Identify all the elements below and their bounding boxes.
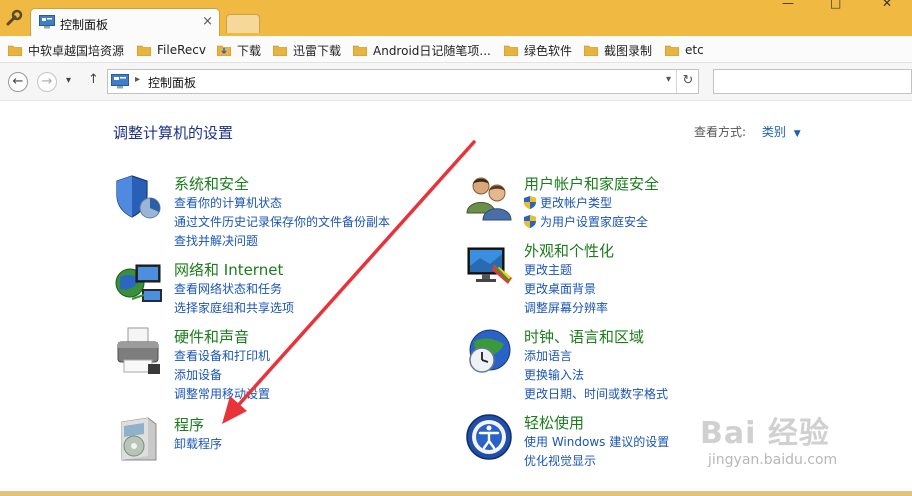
- minimize-button[interactable]: —: [782, 0, 794, 10]
- address-bar[interactable]: ▸ 控制面板 ▾ ↻: [107, 69, 699, 94]
- bookmark-item[interactable]: 截图录制: [584, 41, 652, 59]
- clock-globe-icon[interactable]: [464, 326, 514, 376]
- close-window-button[interactable]: ✕: [882, 0, 892, 10]
- folder-icon: [665, 45, 679, 56]
- folder-icon: [273, 45, 287, 56]
- uac-shield-icon: [524, 196, 536, 209]
- breadcrumb-separator-icon[interactable]: ▸: [135, 74, 140, 85]
- folder-icon: [137, 45, 151, 56]
- monitor-palette-icon[interactable]: [464, 240, 514, 290]
- bookmark-item[interactable]: 中软卓越国培资源: [8, 41, 124, 59]
- category-link[interactable]: 选择家庭组和共享选项: [174, 300, 294, 319]
- tab-label: 控制面板: [60, 18, 109, 32]
- up-button[interactable]: ↑: [88, 72, 99, 87]
- bookmark-label: Android日记随笔项...: [373, 43, 491, 58]
- category-link[interactable]: 卸载程序: [174, 436, 222, 455]
- category-title[interactable]: 系统和安全: [174, 173, 249, 194]
- window-controls: — □ ✕: [772, 0, 912, 10]
- recent-pages-dropdown-icon[interactable]: ▾: [66, 75, 71, 86]
- breadcrumb[interactable]: 控制面板: [148, 74, 196, 91]
- view-by-value[interactable]: 类别: [762, 125, 786, 139]
- category-link[interactable]: 更改日期、时间或数字格式: [524, 386, 668, 405]
- control-panel-icon: [111, 74, 129, 89]
- category-title[interactable]: 网络和 Internet: [174, 259, 283, 280]
- category-link-label: 为用户设置家庭安全: [540, 215, 649, 229]
- folder-icon: [353, 45, 367, 56]
- folder-icon: [504, 45, 518, 56]
- folder-icon: [584, 45, 598, 56]
- folder-icon: [8, 45, 22, 56]
- download-folder-icon: [217, 45, 231, 56]
- view-by-label: 查看方式:: [694, 125, 747, 139]
- view-by-dropdown-icon[interactable]: ▼: [794, 129, 801, 139]
- category-link[interactable]: 查找并解决问题: [174, 233, 390, 252]
- uac-shield-icon: [524, 215, 536, 228]
- bookmark-label: 中软卓越国培资源: [28, 43, 125, 58]
- bookmark-label: 迅雷下载: [293, 43, 342, 58]
- watermark-url: jingyan.baidu.com: [708, 452, 838, 468]
- category-title[interactable]: 时钟、语言和区域: [524, 326, 644, 347]
- bookmark-label: 绿色软件: [524, 43, 573, 58]
- programs-box-icon[interactable]: [114, 414, 164, 464]
- bookmark-item[interactable]: FileRecv: [137, 41, 206, 59]
- address-dropdown-icon[interactable]: ▾: [666, 74, 671, 85]
- category-link[interactable]: 通过文件历史记录保存你的文件备份副本: [174, 214, 390, 233]
- category-title[interactable]: 外观和个性化: [524, 240, 614, 261]
- refresh-button[interactable]: ↻: [676, 70, 699, 93]
- new-tab-button[interactable]: [226, 14, 260, 33]
- ease-of-access-icon[interactable]: [464, 412, 514, 462]
- bookmark-label: FileRecv: [157, 43, 206, 57]
- forward-button[interactable]: →: [37, 72, 57, 92]
- category-link[interactable]: 为用户设置家庭安全: [524, 214, 648, 233]
- category-link[interactable]: 优化视觉显示: [524, 453, 669, 472]
- search-input[interactable]: [713, 69, 912, 94]
- network-globe-icon[interactable]: [114, 259, 164, 309]
- navigation-row: ← → ▾ ↑ ▸ 控制面板 ▾ ↻: [0, 63, 912, 101]
- tab-control-panel[interactable]: 控制面板 ×: [30, 8, 220, 36]
- window-bottom-border: [0, 491, 912, 496]
- control-panel-icon: [39, 15, 55, 29]
- users-icon[interactable]: [464, 173, 514, 223]
- bookmark-item[interactable]: 下载: [217, 41, 261, 59]
- category-link[interactable]: 添加设备: [174, 367, 270, 386]
- category-title[interactable]: 程序: [174, 414, 204, 435]
- category-title[interactable]: 用户帐户和家庭安全: [524, 173, 659, 194]
- back-button[interactable]: ←: [8, 72, 28, 92]
- bookmarks-bar: 中软卓越国培资源 FileRecv 下载 迅雷下载 Android日记随笔项..…: [0, 36, 912, 63]
- category-link[interactable]: 查看网络状态和任务: [174, 281, 294, 300]
- bookmark-label: etc: [685, 43, 704, 57]
- category-link[interactable]: 查看你的计算机状态: [174, 195, 390, 214]
- category-link[interactable]: 添加语言: [524, 348, 668, 367]
- category-link[interactable]: 调整屏幕分辨率: [524, 300, 608, 319]
- watermark: Bai 经验 jingyan.baidu.com: [700, 408, 912, 492]
- printer-icon[interactable]: [114, 326, 164, 376]
- category-link[interactable]: 使用 Windows 建议的设置: [524, 434, 669, 453]
- bookmark-item[interactable]: 绿色软件: [504, 41, 572, 59]
- view-by-selector[interactable]: 查看方式: 类别 ▼: [694, 123, 801, 140]
- tab-close-icon[interactable]: ×: [202, 14, 213, 29]
- bookmark-item[interactable]: 迅雷下载: [273, 41, 341, 59]
- category-link[interactable]: 更改主题: [524, 262, 608, 281]
- maximize-button[interactable]: □: [830, 0, 841, 10]
- category-link[interactable]: 查看设备和打印机: [174, 348, 270, 367]
- category-link[interactable]: 更改帐户类型: [524, 195, 648, 214]
- category-title[interactable]: 轻松使用: [524, 412, 584, 433]
- category-link[interactable]: 更换输入法: [524, 367, 668, 386]
- wrench-menu-icon[interactable]: [4, 8, 24, 28]
- bookmark-label: 截图录制: [604, 43, 653, 58]
- category-link[interactable]: 更改桌面背景: [524, 281, 608, 300]
- tab-strip: 控制面板 × — □ ✕: [0, 0, 912, 36]
- shield-security-icon[interactable]: [114, 173, 164, 223]
- bookmark-item[interactable]: Android日记随笔项...: [353, 41, 491, 59]
- category-link-label: 更改帐户类型: [540, 196, 613, 210]
- watermark-logo: Bai 经验: [700, 416, 830, 451]
- category-link[interactable]: 调整常用移动设置: [174, 386, 270, 405]
- page-title: 调整计算机的设置: [113, 124, 234, 142]
- bookmark-item[interactable]: etc: [665, 41, 704, 59]
- category-title[interactable]: 硬件和声音: [174, 326, 249, 347]
- bookmark-label: 下载: [237, 43, 262, 58]
